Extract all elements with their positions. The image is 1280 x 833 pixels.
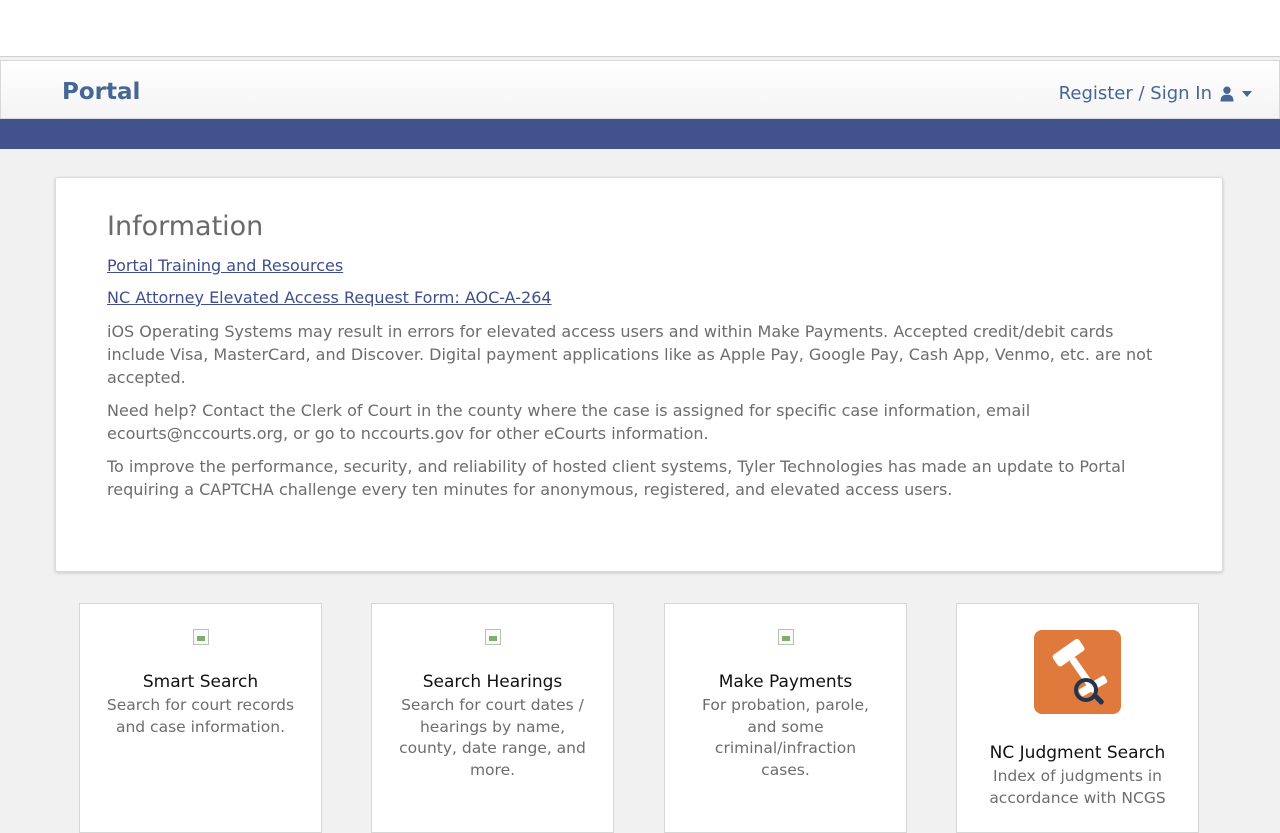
search-hearings-tile[interactable]: Search Hearings Search for court dates /… [371, 603, 614, 833]
navbar: Portal Register / Sign In [0, 60, 1280, 119]
portal-brand-link[interactable]: Portal [62, 79, 140, 105]
tile-title: Search Hearings [422, 672, 563, 692]
tile-description: Search for court dates / hearings by nam… [399, 696, 586, 779]
tile-title: Make Payments [718, 672, 853, 692]
tile-description: Search for court records and case inform… [106, 696, 295, 736]
ios-notice-paragraph: iOS Operating Systems may result in erro… [107, 322, 1153, 387]
header-band [0, 119, 1280, 149]
top-strip [0, 0, 1280, 57]
signin-label: Register / Sign In [1058, 83, 1212, 104]
information-panel: Information Portal Training and Resource… [55, 177, 1223, 572]
smart-search-tile[interactable]: Smart Search Search for court records an… [79, 603, 322, 833]
captcha-paragraph: To improve the performance, security, an… [107, 457, 1126, 499]
smart-search-image-icon [192, 629, 209, 645]
gavel-search-icon [1034, 630, 1121, 714]
portal-training-link[interactable]: Portal Training and Resources [107, 256, 1167, 276]
search-hearings-image-icon [484, 629, 501, 645]
user-icon [1220, 86, 1234, 101]
register-sign-in-menu[interactable]: Register / Sign In [1059, 83, 1252, 104]
nc-judgment-search-tile[interactable]: NC Judgment Search Index of judgments in… [956, 603, 1199, 833]
tile-description: Index of judgments in accordance with NC… [989, 767, 1166, 807]
tile-title: Smart Search [142, 672, 259, 692]
make-payments-image-icon [777, 629, 794, 645]
attorney-access-form-link[interactable]: NC Attorney Elevated Access Request Form… [107, 288, 1167, 308]
make-payments-tile[interactable]: Make Payments For probation, parole, and… [664, 603, 907, 833]
tile-description: For probation, parole, and some criminal… [701, 696, 869, 779]
help-paragraph: Need help? Contact the Clerk of Court in… [107, 401, 1031, 443]
caret-down-icon [1242, 90, 1252, 97]
tile-title: NC Judgment Search [989, 743, 1166, 763]
information-heading: Information [107, 211, 264, 242]
